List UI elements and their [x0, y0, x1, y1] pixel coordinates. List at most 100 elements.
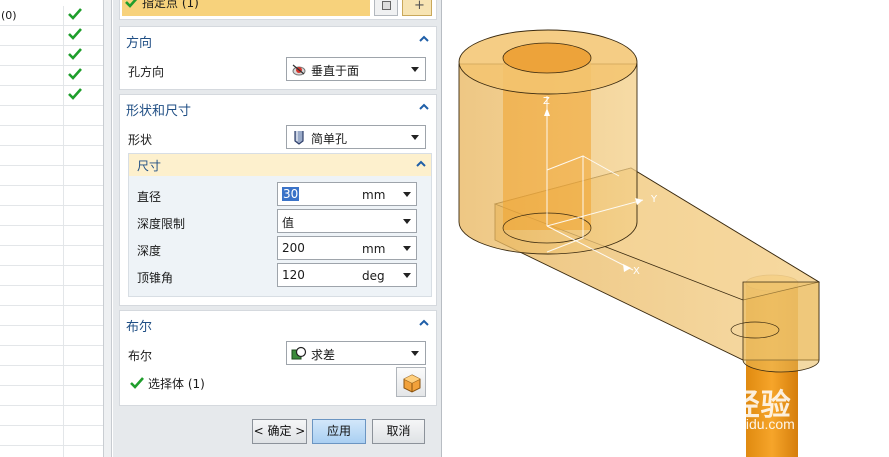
select-body-button[interactable] [396, 367, 426, 397]
boolean-dropdown[interactable]: 求差 [286, 341, 426, 365]
navigator-row[interactable] [0, 346, 103, 366]
navigator-row[interactable] [0, 226, 103, 246]
direction-panel: 方向 孔方向 垂直于面 [119, 26, 437, 90]
column-divider [63, 26, 64, 46]
hole-dialog: 指定点 (1) + 方向 孔方向 垂直于面 形状和尺寸 形状 简单孔 尺寸 直径… [113, 0, 442, 457]
navigator-row[interactable] [0, 26, 103, 46]
tip-angle-value[interactable]: 120 [282, 268, 305, 282]
shape-size-panel: 形状和尺寸 形状 简单孔 尺寸 直径 30 mm 深度限制 值 深度 200 m… [119, 94, 437, 306]
column-divider [63, 6, 64, 26]
navigator-row[interactable] [0, 246, 103, 266]
solid-body-icon [402, 373, 422, 393]
navigator-row[interactable] [0, 366, 103, 386]
navigator-row[interactable] [0, 446, 103, 457]
column-divider [63, 366, 64, 386]
column-divider [63, 406, 64, 426]
column-divider [63, 306, 64, 326]
navigator-row[interactable] [0, 166, 103, 186]
column-divider [63, 246, 64, 266]
tip-angle-field[interactable]: 120 deg [277, 263, 417, 287]
diameter-value[interactable]: 30 [282, 187, 300, 201]
depth-limit-label: 深度限制 [137, 217, 186, 231]
dimensions-header[interactable]: 尺寸 [129, 154, 431, 176]
hole-direction-dropdown[interactable]: 垂直于面 [286, 57, 426, 81]
column-divider [63, 186, 64, 206]
shape-value: 简单孔 [311, 132, 348, 146]
column-divider [63, 326, 64, 346]
direction-header[interactable]: 方向 [120, 27, 436, 53]
navigator-row[interactable] [0, 46, 103, 66]
shape-label: 形状 [128, 133, 153, 147]
shape-size-header[interactable]: 形状和尺寸 [120, 95, 436, 121]
normal-to-face-icon [291, 62, 307, 77]
check-icon [68, 27, 82, 43]
chevron-down-icon[interactable] [403, 273, 411, 278]
column-divider [63, 446, 64, 457]
apply-button[interactable]: 应用 [312, 419, 366, 444]
dimensions-title: 尺寸 [137, 159, 162, 173]
navigator-row[interactable] [0, 146, 103, 166]
navigator-row[interactable] [0, 266, 103, 286]
collapse-icon[interactable] [418, 317, 430, 329]
specify-point-row[interactable]: 指定点 (1) [122, 0, 370, 16]
check-icon [68, 47, 82, 63]
navigator-row[interactable] [0, 186, 103, 206]
check-icon [68, 87, 82, 103]
point-dialog-button[interactable] [374, 0, 398, 16]
boolean-header[interactable]: 布尔 [120, 311, 436, 337]
collapse-icon[interactable] [418, 101, 430, 113]
navigator-row[interactable] [0, 406, 103, 426]
simple-hole-icon [291, 130, 307, 145]
column-divider [63, 226, 64, 246]
cancel-button[interactable]: 取消 [372, 419, 425, 444]
check-icon [130, 376, 144, 390]
chevron-down-icon[interactable] [403, 246, 411, 251]
right-boss [742, 281, 820, 373]
check-icon [68, 67, 82, 83]
navigator-row[interactable] [0, 306, 103, 326]
column-divider [63, 386, 64, 406]
plus-icon: + [414, 0, 425, 13]
ok-button[interactable]: < 确定 > [252, 419, 307, 444]
column-divider [63, 426, 64, 446]
navigator-row[interactable] [0, 386, 103, 406]
collapse-icon[interactable] [418, 33, 430, 45]
x-axis-label: X [633, 266, 640, 277]
column-divider [63, 166, 64, 186]
column-divider [63, 66, 64, 86]
column-divider [63, 126, 64, 146]
navigator-row[interactable] [0, 326, 103, 346]
navigator-row[interactable] [0, 86, 103, 106]
navigator-row[interactable] [0, 206, 103, 226]
add-point-button[interactable]: + [402, 0, 432, 16]
select-body-label[interactable]: 选择体 (1) [148, 375, 205, 392]
main-bore-top [502, 42, 592, 74]
subtract-icon [291, 346, 307, 361]
navigator-row[interactable] [0, 286, 103, 306]
depth-field[interactable]: 200 mm [277, 236, 417, 260]
tip-angle-unit: deg [362, 269, 385, 283]
chevron-down-icon[interactable] [403, 219, 411, 224]
column-divider [63, 86, 64, 106]
hole-direction-label: 孔方向 [128, 65, 165, 79]
selection-strip: 指定点 (1) + [119, 0, 437, 20]
diameter-unit: mm [362, 188, 386, 202]
navigator-row[interactable]: (0) [0, 6, 103, 26]
navigator-row[interactable] [0, 66, 103, 86]
column-divider [63, 106, 64, 126]
z-axis-label: Z [543, 96, 550, 107]
depth-value[interactable]: 200 [282, 241, 305, 255]
chevron-down-icon[interactable] [403, 192, 411, 197]
depth-limit-dropdown[interactable]: 值 [277, 209, 417, 233]
navigator-row[interactable] [0, 126, 103, 146]
diameter-field[interactable]: 30 mm [277, 182, 417, 206]
shape-dropdown[interactable]: 简单孔 [286, 125, 426, 149]
shape-size-title: 形状和尺寸 [126, 104, 192, 119]
collapse-icon[interactable] [415, 158, 427, 170]
navigator-row-label: (0) [1, 9, 17, 22]
navigator-row[interactable] [0, 426, 103, 446]
direction-title: 方向 [126, 36, 153, 51]
panel-divider[interactable] [104, 0, 112, 457]
check-icon [125, 0, 139, 9]
navigator-row[interactable] [0, 106, 103, 126]
